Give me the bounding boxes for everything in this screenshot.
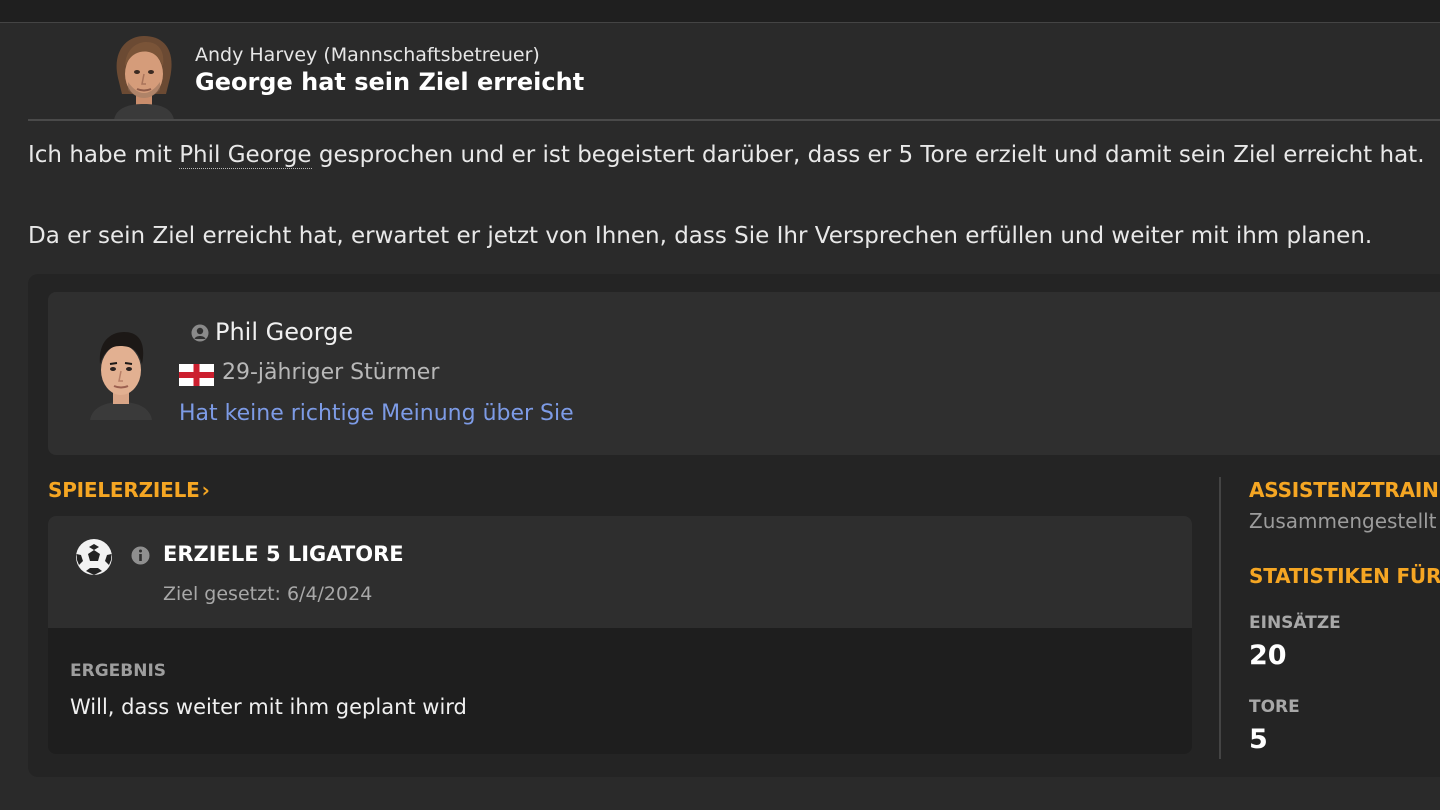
player-avatar	[90, 332, 152, 420]
stat-label-goals: TORE	[1249, 697, 1300, 717]
column-divider	[1219, 477, 1221, 759]
player-goals-header[interactable]: SPIELERZIELE ›	[48, 478, 210, 502]
england-flag-icon	[179, 364, 214, 386]
sender-name[interactable]: Andy Harvey	[195, 44, 317, 66]
sender-role: (Mannschaftsbetreuer)	[323, 44, 540, 66]
top-bar	[0, 0, 1440, 23]
info-icon[interactable]	[131, 546, 150, 565]
player-description: 29-jähriger Stürmer	[222, 360, 440, 385]
goal-title: ERZIELE 5 LIGATORE	[163, 542, 404, 566]
section-title-text: SPIELERZIELE	[48, 478, 200, 502]
stat-value-goals: 5	[1249, 724, 1268, 755]
sender[interactable]: Andy Harvey (Mannschaftsbetreuer)	[195, 44, 540, 66]
stat-value-appearances: 20	[1249, 640, 1287, 671]
paragraph-text: Ich habe mit	[28, 142, 180, 168]
header-divider	[28, 119, 1440, 121]
result-text: Will, dass weiter mit ihm geplant wird	[70, 695, 467, 719]
player-opinion: Hat keine richtige Meinung über Sie	[179, 401, 574, 426]
assistant-trainer-text: Zusammengestellt	[1249, 509, 1437, 533]
goal-card-header	[48, 516, 1192, 628]
player-name[interactable]: Phil George	[215, 318, 353, 346]
assistant-trainer-header: ASSISTENZTRAINER	[1249, 478, 1440, 502]
message-subject: George hat sein Ziel erreicht	[195, 68, 585, 96]
paragraph-text: gesprochen und er ist begeistert darüber…	[311, 142, 1425, 168]
football-icon	[76, 539, 112, 575]
message-paragraph-1: Ich habe mit Phil George gesprochen und …	[28, 142, 1425, 169]
player-link[interactable]: Phil George	[179, 142, 312, 169]
person-icon	[191, 324, 209, 342]
stat-label-appearances: EINSÄTZE	[1249, 613, 1341, 633]
stats-header: STATISTIKEN FÜR	[1249, 564, 1440, 588]
result-label: ERGEBNIS	[70, 661, 167, 681]
manager-avatar	[114, 36, 174, 120]
goal-date: Ziel gesetzt: 6/4/2024	[163, 583, 373, 605]
message-paragraph-2: Da er sein Ziel erreicht hat, erwartet e…	[28, 223, 1373, 249]
chevron-right-icon: ›	[201, 478, 210, 502]
